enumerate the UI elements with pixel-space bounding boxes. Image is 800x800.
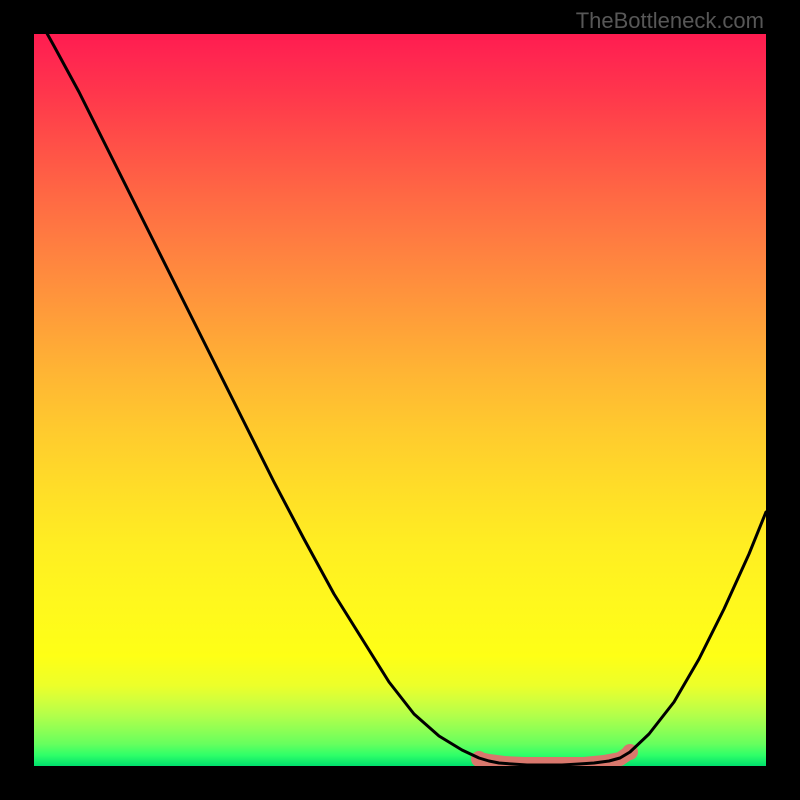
chart-svg: [34, 34, 766, 766]
plot-area: [34, 34, 766, 766]
bottleneck-curve: [34, 34, 766, 765]
attribution-text: TheBottleneck.com: [576, 8, 764, 34]
chart-container: TheBottleneck.com: [0, 0, 800, 800]
